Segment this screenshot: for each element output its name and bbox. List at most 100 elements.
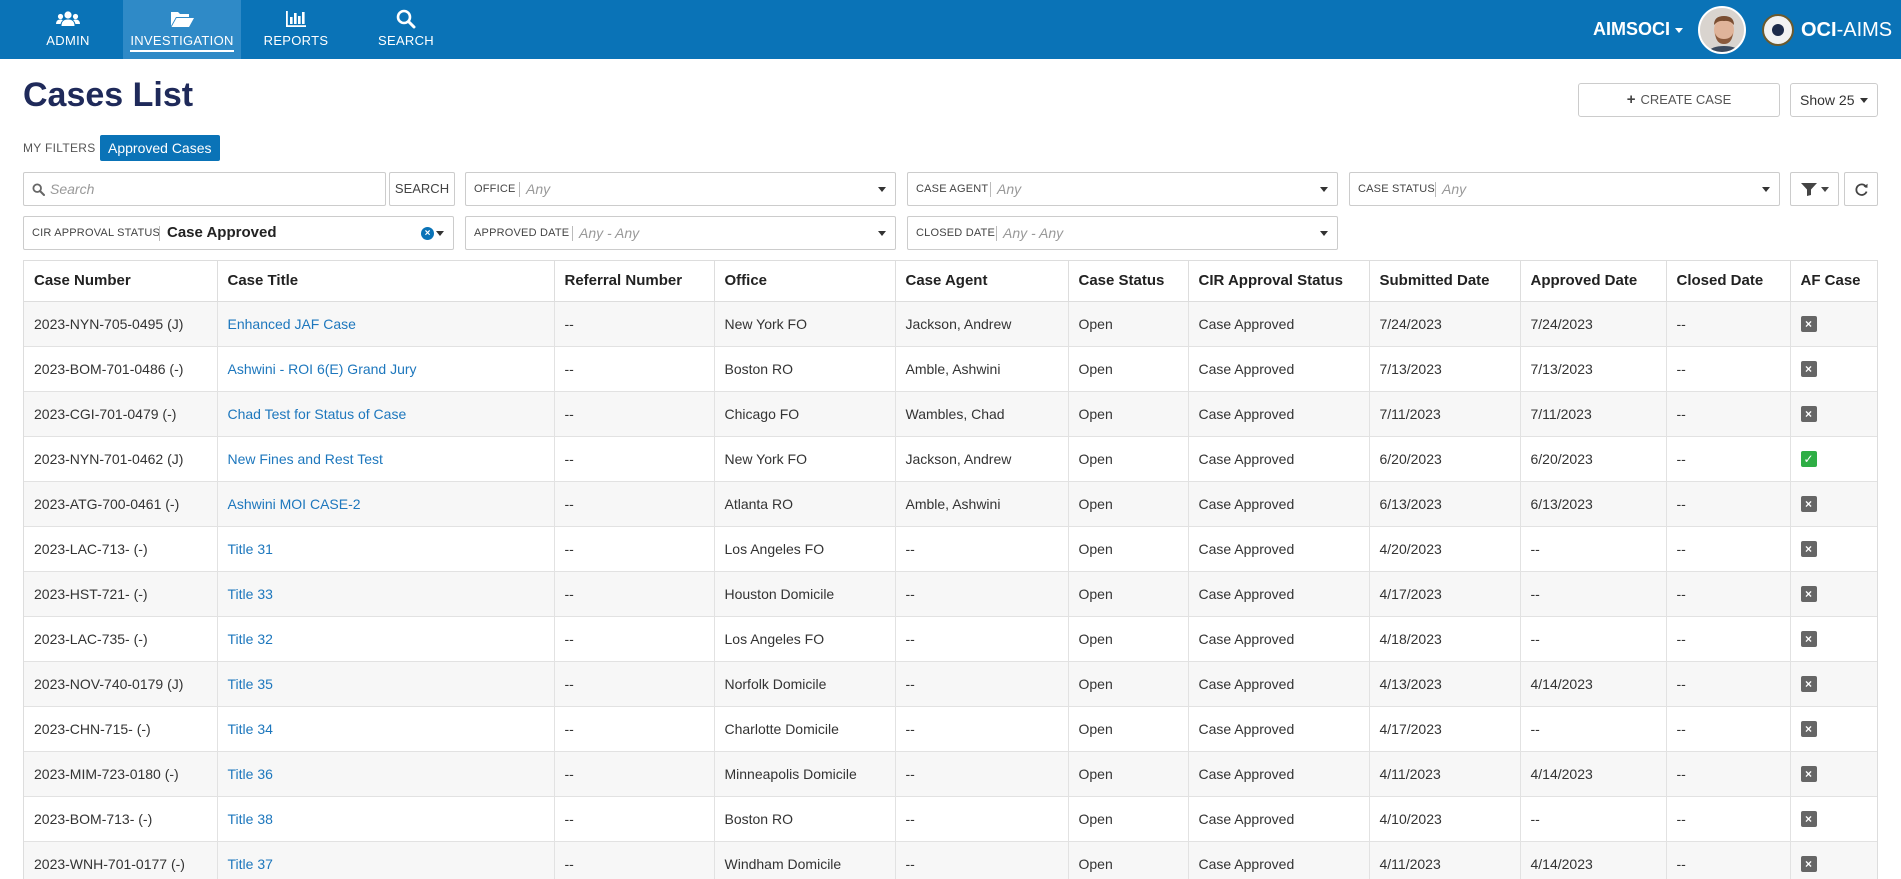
search-button[interactable]: SEARCH [389,172,455,206]
cell-case-status: Open [1068,706,1189,752]
nav-investigation-label: INVESTIGATION [130,33,234,52]
table-row[interactable]: 2023-CHN-715- (-) Title 34 -- Charlotte Dom… [24,706,1877,752]
case-title-link[interactable]: Title 38 [228,811,273,827]
table-row[interactable]: 2023-MIM-723-0180 (-) Title 36 -- Minneapol… [24,751,1877,797]
case-title-link[interactable]: Chad Test for Status of Case [228,406,407,422]
cell-submitted-date: 4/17/2023 [1369,706,1521,752]
table-row[interactable]: 2023-BOM-701-0486 (-) Ashwini - ROI 6(E) … [24,346,1877,392]
search-field[interactable] [23,172,386,206]
col-header-approved-date[interactable]: Approved Date [1520,261,1667,302]
brand-logo: OCI-AIMS [1762,13,1892,47]
cell-case-status: Open [1068,481,1189,527]
table-row[interactable]: 2023-LAC-735- (-) Title 32 -- Los Angeles F… [24,616,1877,662]
user-menu[interactable]: AIMSOCI [1593,19,1684,40]
cell-cir-approval-status: Case Approved [1188,661,1370,707]
table-row[interactable]: 2023-ATG-700-0461 (-) Ashwini MOI CASE-2 -… [24,481,1877,527]
cell-closed-date: -- [1666,841,1791,879]
clear-icon[interactable]: × [421,227,434,240]
cell-af-case: × [1790,346,1877,392]
cell-case-status: Open [1068,841,1189,879]
cell-cir-approval-status: Case Approved [1188,481,1370,527]
col-header-referral-number[interactable]: Referral Number [554,261,715,302]
cell-case-number: 2023-NYN-705-0495 (J) [24,301,218,347]
case-status-filter[interactable]: CASE STATUS Any [1349,172,1780,206]
col-header-office[interactable]: Office [714,261,896,302]
office-filter[interactable]: OFFICE Any [465,172,896,206]
case-title-link[interactable]: Title 34 [228,721,273,737]
case-title-link[interactable]: Ashwini MOI CASE-2 [228,496,361,512]
chevron-down-icon [1320,187,1328,192]
table-row[interactable]: 2023-LAC-713- (-) Title 31 -- Los Angeles F… [24,526,1877,572]
col-header-closed-date[interactable]: Closed Date [1666,261,1791,302]
cell-case-number: 2023-NYN-701-0462 (J) [24,436,218,482]
col-header-cir-approval-status[interactable]: CIR Approval Status [1188,261,1370,302]
seal-icon [1762,14,1794,46]
refresh-icon [1855,183,1868,196]
cell-approved-date: -- [1520,706,1667,752]
nav-search[interactable]: SEARCH [347,0,465,59]
table-row[interactable]: 2023-WNH-701-0177 (-) Title 37 -- Windham D… [24,841,1877,879]
case-title-link[interactable]: Title 35 [228,676,273,692]
cell-referral-number: -- [554,616,715,662]
col-header-case-number[interactable]: Case Number [24,261,218,302]
table-row[interactable]: 2023-CGI-701-0479 (-) Chad Test for Statu… [24,391,1877,437]
cell-case-number: 2023-CGI-701-0479 (-) [24,391,218,437]
cir-approval-status-filter[interactable]: CIR APPROVAL STATUS Case Approved × [23,216,454,250]
cell-closed-date: -- [1666,571,1791,617]
cell-af-case: × [1790,706,1877,752]
case-title-link[interactable]: Title 37 [228,856,273,872]
cell-af-case: × [1790,526,1877,572]
cell-approved-date: 7/11/2023 [1520,391,1667,437]
col-header-case-title[interactable]: Case Title [217,261,555,302]
saved-filter-chip[interactable]: Approved Cases [100,135,220,161]
case-title-link[interactable]: Title 33 [228,586,273,602]
closed-date-filter[interactable]: CLOSED DATE Any - Any [907,216,1338,250]
case-title-link[interactable]: Ashwini - ROI 6(E) Grand Jury [228,361,417,377]
cell-case-agent: Wambles, Chad [895,391,1069,437]
col-header-af-case[interactable]: AF Case [1790,261,1877,302]
table-row[interactable]: 2023-BOM-713- (-) Title 38 -- Boston RO -- Op… [24,796,1877,842]
table-row[interactable]: 2023-NOV-740-0179 (J) Title 35 -- Norfolk D… [24,661,1877,707]
create-case-button[interactable]: + CREATE CASE [1578,83,1780,117]
cell-case-number: 2023-NOV-740-0179 (J) [24,661,218,707]
cell-case-number: 2023-BOM-701-0486 (-) [24,346,218,392]
cell-case-agent: -- [895,796,1069,842]
col-header-case-agent[interactable]: Case Agent [895,261,1069,302]
search-input[interactable] [50,175,375,203]
table-row[interactable]: 2023-HST-721- (-) Title 33 -- Houston Domic… [24,571,1877,617]
table-row[interactable]: 2023-NYN-701-0462 (J) New Fines and Rest … [24,436,1877,482]
col-header-submitted-date[interactable]: Submitted Date [1369,261,1521,302]
cell-referral-number: -- [554,346,715,392]
col-header-case-status[interactable]: Case Status [1068,261,1189,302]
avatar[interactable] [1698,6,1746,54]
cell-office: Los Angeles FO [714,526,896,572]
cell-office: Boston RO [714,796,896,842]
x-mark-icon: × [1800,361,1817,378]
cell-cir-approval-status: Case Approved [1188,301,1370,347]
case-title-link[interactable]: Enhanced JAF Case [228,316,356,332]
nav-reports[interactable]: REPORTS [237,0,355,59]
x-mark-icon: × [1800,721,1817,738]
cell-office: Minneapolis Domicile [714,751,896,797]
cases-table-container: Case Number Case Title Referral Number O… [23,260,1878,879]
nav-reports-label: REPORTS [263,33,329,48]
case-title-link[interactable]: Title 36 [228,766,273,782]
case-agent-filter[interactable]: CASE AGENT Any [907,172,1338,206]
cell-cir-approval-status: Case Approved [1188,526,1370,572]
cell-case-status: Open [1068,391,1189,437]
cell-approved-date: 4/14/2023 [1520,841,1667,879]
nav-investigation[interactable]: INVESTIGATION [123,0,241,59]
cell-case-agent: -- [895,661,1069,707]
chevron-down-icon [1860,98,1868,103]
cell-cir-approval-status: Case Approved [1188,841,1370,879]
filter-menu-button[interactable] [1790,172,1839,206]
case-title-link[interactable]: New Fines and Rest Test [228,451,383,467]
page-size-select[interactable]: Show 25 [1790,83,1878,117]
approved-date-filter[interactable]: APPROVED DATE Any - Any [465,216,896,250]
refresh-button[interactable] [1844,172,1878,206]
case-title-link[interactable]: Title 31 [228,541,273,557]
cell-closed-date: -- [1666,436,1791,482]
table-row[interactable]: 2023-NYN-705-0495 (J) Enhanced JAF Case --… [24,301,1877,347]
case-title-link[interactable]: Title 32 [228,631,273,647]
nav-admin[interactable]: ADMIN [9,0,127,59]
